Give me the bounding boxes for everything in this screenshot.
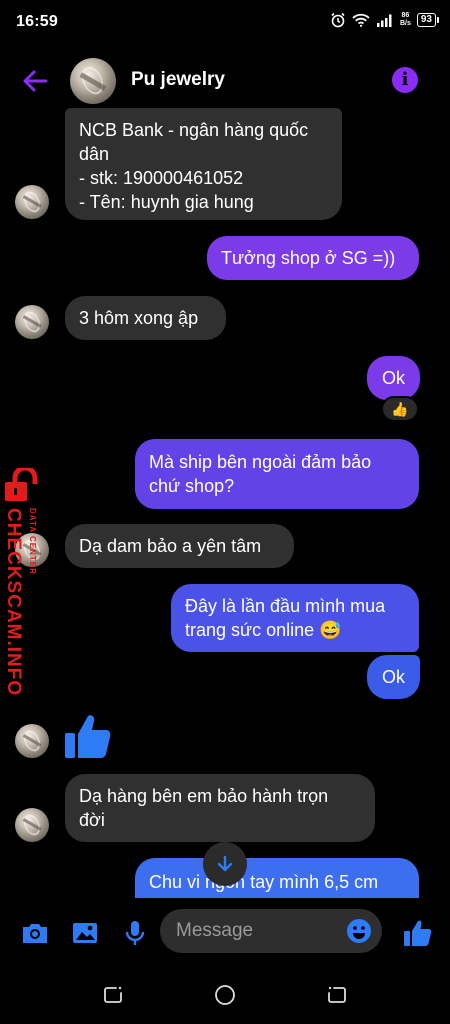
network-speed: 86 B/s (400, 12, 411, 28)
message-bubble-sent[interactable]: Tưởng shop ở SG =)) (207, 236, 419, 280)
message-text: Dạ hàng bên em bảo hành trọn (79, 786, 329, 806)
back-arrow-icon[interactable] (18, 64, 52, 98)
message-text: chứ shop? (149, 476, 235, 496)
like-icon[interactable] (62, 712, 112, 762)
message-text: Tưởng shop ở SG =)) (221, 248, 396, 268)
message-text: 3 hôm xong ập (79, 308, 199, 328)
sender-avatar[interactable] (15, 808, 49, 842)
message-bubble-received[interactable]: NCB Bank - ngân hàng quốc dân - stk: 190… (65, 108, 342, 220)
thumbs-up-reaction[interactable]: 👍 (381, 396, 419, 422)
message-bubble-sent[interactable]: Mà ship bên ngoài đảm bảo chứ shop? (135, 439, 419, 509)
message-text: Dạ dam bảo a yên tâm (79, 536, 262, 556)
message-text: trang sức online 😅 (185, 620, 342, 640)
message-bubble-received[interactable]: 3 hôm xong ập (65, 296, 226, 340)
contact-name[interactable]: Pu jewelry (131, 69, 225, 91)
watermark-subtext: DATA CENTER (28, 508, 37, 575)
sender-avatar[interactable] (15, 185, 49, 219)
status-bar: 16:59 86 B/s 93 (0, 0, 450, 44)
message-bubble-sent[interactable]: Ok (367, 356, 420, 400)
wifi-icon (352, 13, 370, 27)
message-text: Chu vi ngón tay mình 6,5 cm (149, 872, 379, 892)
message-bubble-sent[interactable]: Đây là lần đầu mình mua trang sức online… (171, 584, 419, 652)
message-text: Ok (381, 667, 405, 687)
info-icon[interactable]: i (392, 67, 418, 93)
network-speed-unit: B/s (399, 20, 411, 27)
signal-icon (376, 14, 392, 27)
message-text: - Tên: huynh gia hung (79, 192, 254, 212)
message-composer (0, 898, 450, 968)
message-text: NCB Bank - ngân hàng quốc (79, 120, 309, 140)
message-text: Mà ship bên ngoài đảm bảo (149, 452, 372, 472)
battery-indicator: 93 (416, 13, 440, 27)
emoji-icon[interactable] (346, 918, 372, 944)
gallery-icon[interactable] (70, 918, 100, 948)
arrow-down-icon (217, 855, 233, 872)
message-bubble-received[interactable]: Dạ dam bảo a yên tâm (65, 524, 294, 568)
scroll-to-bottom-button[interactable] (203, 842, 247, 886)
sender-avatar[interactable] (15, 724, 49, 758)
lock-icon (5, 468, 38, 501)
conversation-header: Pu jewelry i (0, 52, 450, 108)
like-icon[interactable] (402, 918, 432, 948)
sender-avatar[interactable] (15, 305, 49, 339)
camera-icon[interactable] (20, 918, 50, 948)
message-text: - stk: 190000461052 (79, 168, 244, 188)
system-navigation-bar (0, 968, 450, 1024)
watermark: CHECKSCAM.INFO DATA CENTER (0, 468, 52, 696)
message-bubble-received[interactable]: Dạ hàng bên em bảo hành trọn đời (65, 774, 375, 842)
message-bubble-sent[interactable]: Ok (367, 655, 420, 699)
status-icons: 86 B/s 93 (330, 12, 440, 28)
contact-avatar[interactable] (70, 58, 116, 104)
back-icon[interactable] (326, 984, 348, 1006)
alarm-icon (331, 12, 345, 28)
status-time: 16:59 (16, 13, 58, 30)
network-speed-value: 86 (401, 12, 410, 19)
watermark-text: CHECKSCAM.INFO (3, 508, 24, 697)
recents-icon[interactable] (102, 984, 124, 1006)
message-text: dân (79, 144, 110, 164)
message-text: đời (79, 810, 105, 830)
message-text: Đây là lần đầu mình mua (185, 596, 386, 616)
message-text: Ok (381, 368, 405, 388)
home-icon[interactable] (214, 984, 236, 1006)
microphone-icon[interactable] (120, 918, 150, 948)
